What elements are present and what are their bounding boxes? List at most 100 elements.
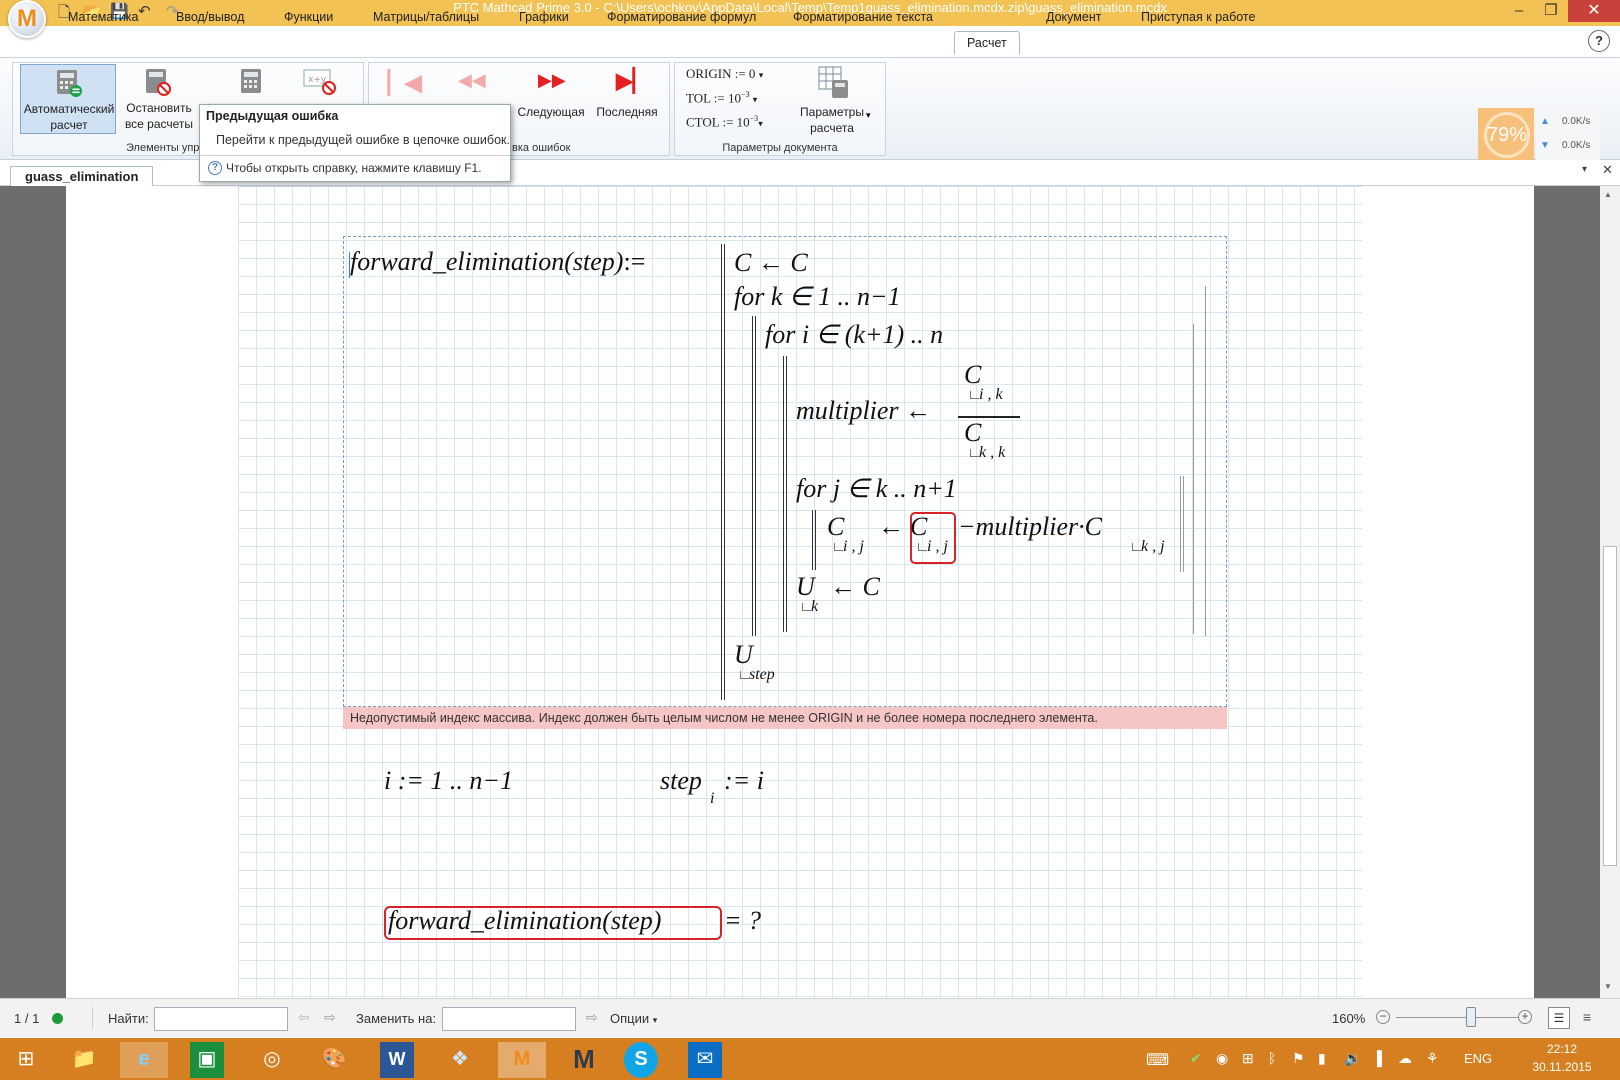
cloud-icon[interactable]: ☁ [1398, 1050, 1412, 1067]
volume-icon[interactable]: 🔉 [1344, 1050, 1361, 1067]
store-icon[interactable]: ▣ [190, 1042, 224, 1078]
tab-calculation[interactable]: Расчет [954, 31, 1020, 55]
next-error-label[interactable]: Следующая [514, 104, 588, 120]
tab-list-icon[interactable]: ▾ [1582, 164, 1587, 175]
battery-icon[interactable]: ▮ [1318, 1050, 1326, 1067]
close-doc-icon[interactable]: ✕ [1602, 162, 1613, 178]
update-lhs-sub: i , j [834, 538, 864, 556]
tab-getting-started[interactable]: Приступая к работе [1141, 6, 1255, 30]
find-input[interactable] [154, 1007, 288, 1031]
step-subscript: i [710, 790, 715, 807]
zoom-slider[interactable] [1396, 1017, 1518, 1018]
windows-update-icon[interactable]: ⊞ [1242, 1050, 1254, 1067]
stop-calc-button[interactable]: Остановить все расчеты [120, 64, 198, 134]
security-icon[interactable]: ✔ [1190, 1050, 1202, 1067]
disable-eval-icon[interactable]: x+y [302, 68, 338, 96]
language-indicator[interactable]: ENG [1464, 1051, 1492, 1066]
app-logo[interactable]: M [8, 0, 46, 38]
line-for-j[interactable]: for j ∈ k .. n+1 [796, 474, 957, 504]
signal-icon[interactable]: ▐ [1372, 1050, 1382, 1066]
zoom-out-icon[interactable]: − [1376, 1010, 1390, 1024]
dropdown-arrow-icon: ▾ [652, 1015, 658, 1025]
tab-document[interactable]: Документ [1046, 6, 1101, 30]
scroll-thumb[interactable] [1603, 546, 1617, 866]
dropbox-icon[interactable]: ❖ [436, 1042, 484, 1078]
tray-app-icon[interactable]: ⚘ [1426, 1050, 1439, 1067]
placeholder-icon [740, 671, 749, 679]
step-name: step [660, 766, 702, 795]
options-button[interactable]: Опции ▾ [610, 1011, 657, 1026]
draft-view-icon[interactable]: ≡ [1576, 1007, 1598, 1029]
replace-icon[interactable]: ⇨ [586, 1009, 598, 1026]
origin-setting[interactable]: ORIGIN := 0 ▾ [686, 66, 763, 82]
zoom-in-icon[interactable]: + [1518, 1010, 1532, 1024]
minimize-button[interactable]: – [1502, 0, 1536, 24]
word-icon[interactable]: W [380, 1042, 414, 1078]
line-for-i[interactable]: for i ∈ (k+1) .. n [765, 320, 943, 350]
next-error-icon[interactable]: ▶▶ [538, 70, 566, 91]
network-icon[interactable]: ◉ [1216, 1050, 1228, 1067]
update-lhs-sub-text: i , j [843, 538, 864, 555]
tab-formula-format[interactable]: Форматирование формул [607, 6, 756, 30]
bluetooth-icon[interactable]: ᛒ [1268, 1050, 1276, 1066]
start-icon[interactable]: ⊞ [2, 1042, 50, 1078]
tab-guass-elimination[interactable]: guass_elimination [10, 166, 154, 188]
calculate-icon[interactable] [238, 68, 264, 96]
maximize-button[interactable]: ❐ [1534, 0, 1568, 24]
chrome-icon[interactable]: ◎ [248, 1042, 296, 1078]
file-explorer-icon[interactable]: 📁 [60, 1042, 108, 1078]
ctol-setting[interactable]: CTOL := 10−3▾ [686, 114, 763, 130]
tab-matrices[interactable]: Матрицы/таблицы [373, 6, 479, 30]
flag-icon[interactable]: ⚑ [1292, 1050, 1305, 1067]
first-error-icon[interactable]: ▏◀ [388, 70, 422, 96]
paint-icon[interactable]: 🎨 [310, 1042, 358, 1078]
zoom-slider-thumb[interactable] [1466, 1007, 1476, 1027]
page-view-icon[interactable]: ☰ [1548, 1007, 1570, 1029]
calc-options-icon[interactable] [818, 66, 852, 100]
dropdown-arrow-icon[interactable]: ▾ [866, 110, 871, 121]
find-prev-icon[interactable]: ⇦ [298, 1009, 310, 1026]
tab-math[interactable]: Математика [68, 6, 138, 30]
clock-time[interactable]: 22:12 [1530, 1042, 1594, 1056]
close-button[interactable]: ✕ [1568, 0, 1620, 22]
vertical-scrollbar[interactable]: ▲ ▼ [1600, 186, 1620, 998]
line-multiplier[interactable]: multiplier ← [796, 396, 931, 426]
loop-k-bar [752, 316, 756, 636]
auto-calc-button[interactable]: Автоматический расчет [20, 64, 116, 134]
find-next-icon[interactable]: ⇨ [324, 1009, 336, 1026]
tab-text-format[interactable]: Форматирование текста [793, 6, 933, 30]
step-definition[interactable]: step [660, 766, 702, 796]
function-definition[interactable]: forward_elimination(step):= [350, 247, 645, 277]
clock-date[interactable]: 30.11.2015 [1522, 1060, 1602, 1074]
last-error-icon[interactable]: ▶▏ [616, 68, 650, 94]
placeholder-icon [970, 391, 979, 399]
tab-plots[interactable]: Графики [519, 6, 569, 30]
tol-exponent: −3 [741, 90, 750, 99]
scroll-down-icon[interactable]: ▼ [1604, 982, 1612, 991]
undo-icon[interactable]: ↶ [138, 2, 151, 20]
update-rhs[interactable]: −multiplier·C [958, 512, 1102, 542]
mail-icon[interactable]: ✉ [688, 1042, 722, 1078]
tab-functions[interactable]: Функции [284, 6, 333, 30]
calc-options-label[interactable]: Параметры расчета [790, 104, 874, 136]
internet-explorer-icon[interactable]: e [120, 1042, 168, 1078]
tol-setting[interactable]: TOL := 10−3 ▾ [686, 90, 757, 106]
find-label: Найти: [108, 1011, 149, 1026]
evaluation-expression[interactable]: forward_elimination(step) [388, 906, 661, 936]
scroll-up-icon[interactable]: ▲ [1604, 190, 1612, 199]
tooltip-title: Предыдущая ошибка [206, 109, 339, 123]
line-init[interactable]: C ← C [734, 248, 808, 278]
line-for-k[interactable]: for k ∈ 1 .. n−1 [734, 282, 901, 312]
replace-input[interactable] [442, 1007, 576, 1031]
stop-calc-label: Остановить все расчеты [124, 101, 194, 131]
keyboard-icon[interactable]: ⌨ [1146, 1050, 1169, 1070]
tab-io[interactable]: Ввод/вывод [176, 6, 244, 30]
skype-icon[interactable]: S [624, 1042, 658, 1078]
mathcad-icon[interactable]: M [560, 1042, 608, 1078]
previous-error-icon[interactable]: ◀◀ [458, 70, 486, 91]
range-definition[interactable]: i := 1 .. n−1 [384, 766, 513, 796]
last-error-label[interactable]: Последняя [592, 104, 662, 120]
arrow-up-icon: ▲ [1540, 116, 1550, 127]
help-icon[interactable]: ? [1588, 30, 1610, 52]
mathcad-prime-icon[interactable]: M [498, 1042, 546, 1078]
